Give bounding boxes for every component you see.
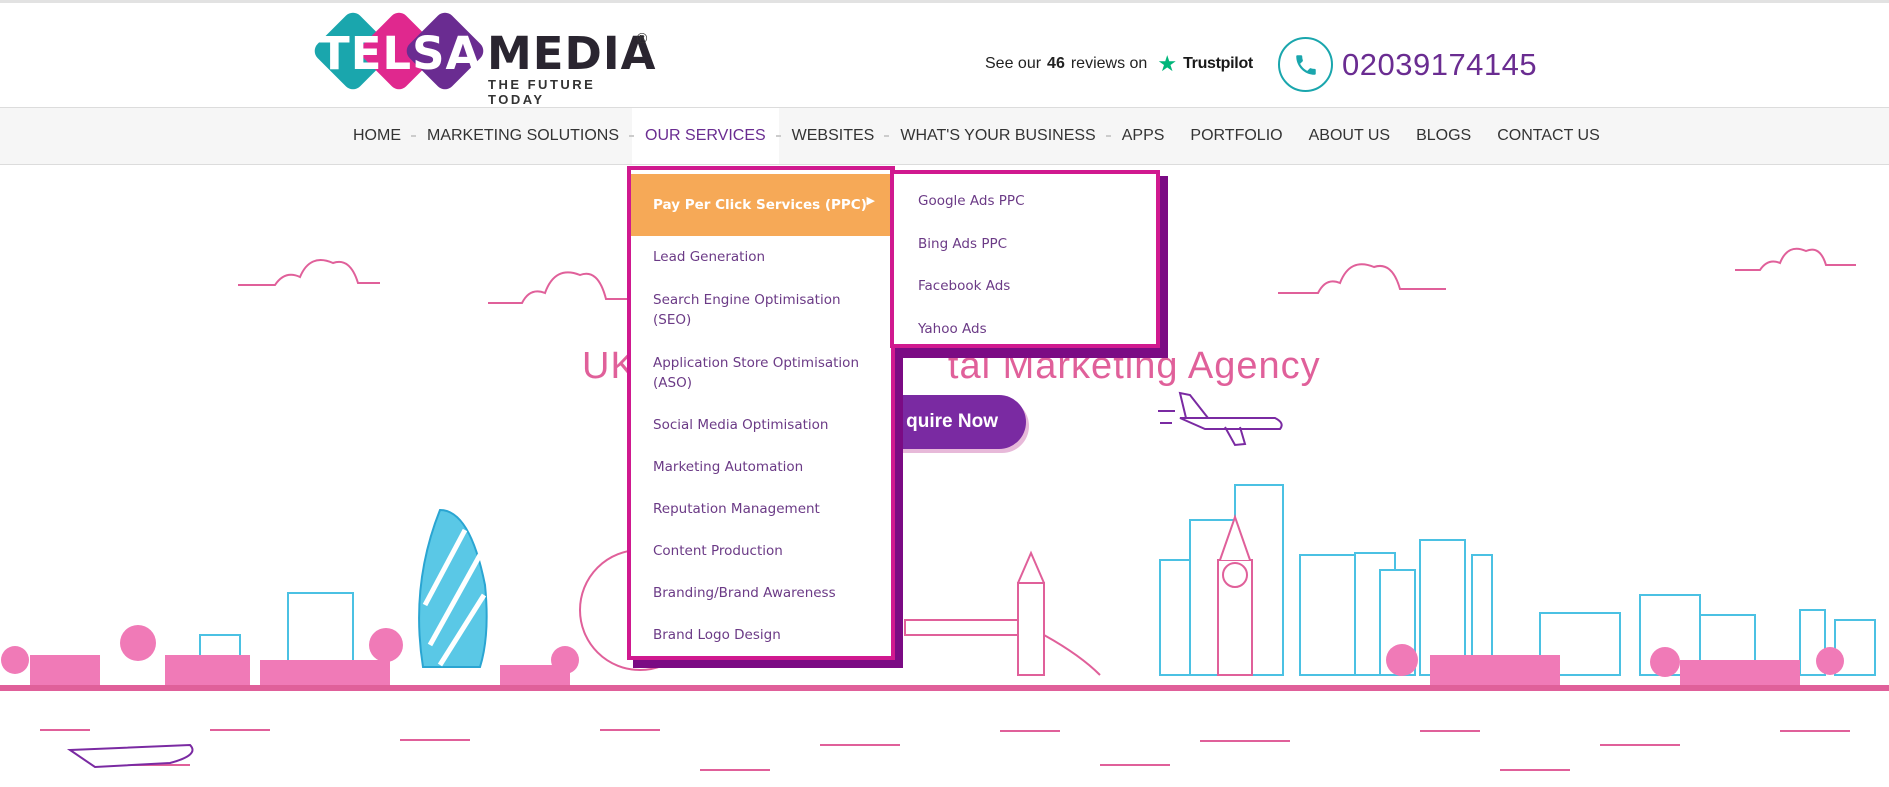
nav-websites[interactable]: WEBSITES [775,108,888,164]
phone-number[interactable]: 02039174145 [1342,47,1537,83]
logo-left-word: TELSA [319,27,482,80]
caret-right-icon: ▶ [866,194,875,207]
nav-home[interactable]: HOME [340,108,414,164]
ppc-submenu: Google Ads PPC Bing Ads PPC Facebook Ads… [890,170,1160,348]
menu-item-aso[interactable]: Application Store Optimisation (ASO) [631,341,891,404]
telsa-media-logo[interactable]: TELSA MEDIA ® THE FUTURE TODAY [305,9,657,107]
services-dropdown: Pay Per Click Services (PPC) ▶ Lead Gene… [627,166,895,660]
trustpilot-reviews[interactable]: See our 46 reviews on ★ Trustpilot [985,53,1253,75]
nav-marketing-solutions[interactable]: MARKETING SOLUTIONS [410,108,632,164]
submenu-item-bing-ads[interactable]: Bing Ads PPC [894,223,1156,266]
trustpilot-prefix: See our [985,55,1042,72]
nav-portfolio[interactable]: PORTFOLIO [1177,108,1295,164]
logo-right-word: MEDIA [487,27,657,80]
menu-item-lead-generation[interactable]: Lead Generation [631,236,891,278]
nav-our-services[interactable]: OUR SERVICES [629,108,779,164]
phone-contact[interactable]: 02039174145 [1278,37,1537,92]
registered-mark: ® [635,31,649,47]
logo-tagline: THE FUTURE TODAY [488,77,596,107]
menu-item-seo[interactable]: Search Engine Optimisation (SEO) [631,278,891,341]
nav-whats-your-business[interactable]: WHAT'S YOUR BUSINESS [884,108,1108,164]
trustpilot-count: 46 [1047,55,1065,72]
trustpilot-suffix: reviews on [1070,55,1148,72]
menu-item-ppc-label: Pay Per Click Services (PPC) [653,197,867,213]
submenu-item-google-ads[interactable]: Google Ads PPC [894,180,1156,223]
nav-contact-us[interactable]: CONTACT US [1484,108,1613,164]
menu-item-ppc[interactable]: Pay Per Click Services (PPC) ▶ [631,174,891,236]
menu-item-social-media[interactable]: Social Media Optimisation [631,404,891,446]
submenu-item-facebook-ads[interactable]: Facebook Ads [894,265,1156,308]
nav-apps[interactable]: APPS [1105,108,1178,164]
nav-blogs[interactable]: BLOGS [1403,108,1484,164]
main-nav: HOME MARKETING SOLUTIONS OUR SERVICES WE… [0,107,1889,165]
trustpilot-name: Trustpilot [1183,55,1253,72]
menu-item-branding[interactable]: Branding/Brand Awareness [631,572,891,614]
menu-item-marketing-automation[interactable]: Marketing Automation [631,446,891,488]
menu-item-logo-design[interactable]: Brand Logo Design [631,614,891,656]
trustpilot-star-icon: ★ [1157,51,1178,76]
nav-about-us[interactable]: ABOUT US [1296,108,1404,164]
submenu-item-yahoo-ads[interactable]: Yahoo Ads [894,308,1156,351]
menu-item-reputation[interactable]: Reputation Management [631,488,891,530]
phone-icon[interactable] [1278,37,1333,92]
menu-item-content[interactable]: Content Production [631,530,891,572]
site-header: TELSA MEDIA ® THE FUTURE TODAY See our 4… [0,3,1889,107]
